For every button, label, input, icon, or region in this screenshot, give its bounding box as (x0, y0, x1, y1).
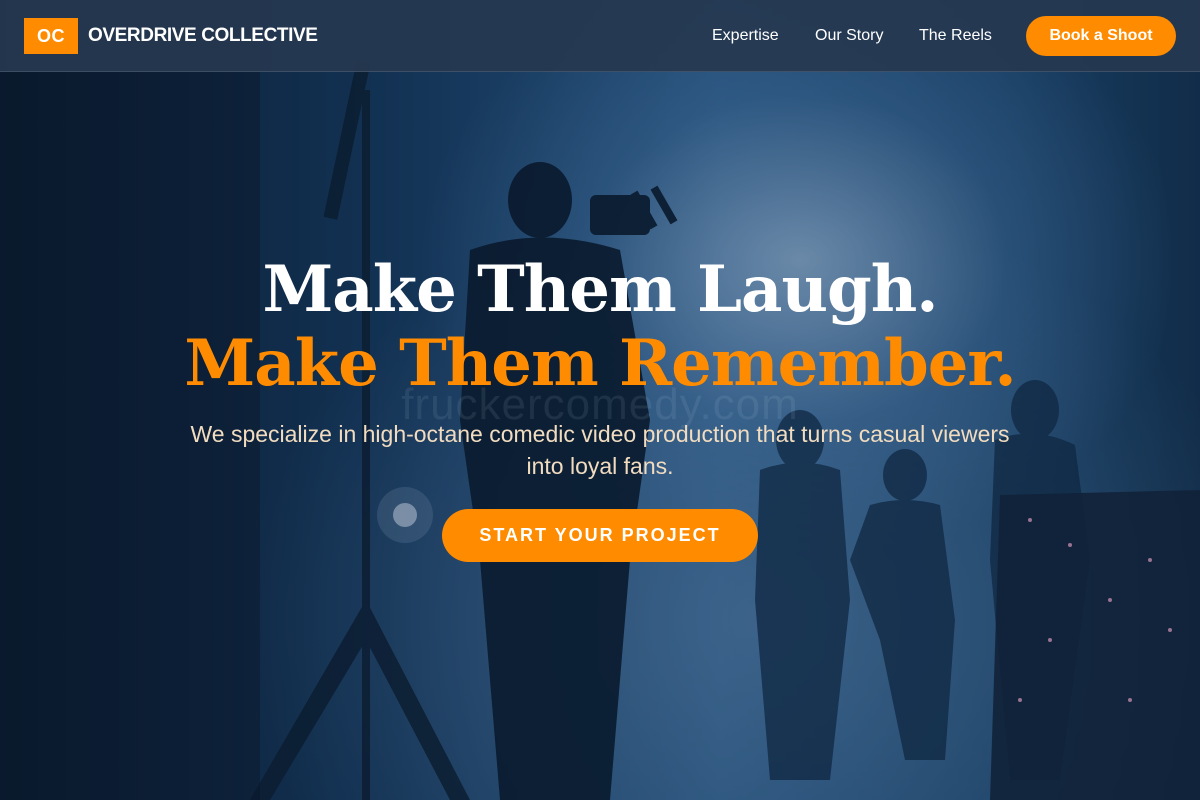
start-your-project-button[interactable]: START YOUR PROJECT (442, 509, 758, 562)
nav-link-our-story[interactable]: Our Story (815, 24, 883, 48)
hero-subtitle: We specialize in high-octane comedic vid… (190, 421, 1010, 479)
nav-link-the-reels[interactable]: The Reels (919, 24, 992, 48)
landing-page: OC OVERDRIVE COLLECTIVE Expertise Our St… (0, 0, 1200, 800)
nav-link-expertise[interactable]: Expertise (712, 24, 779, 48)
brand-name[interactable]: OVERDRIVE COLLECTIVE (88, 24, 318, 48)
book-a-shoot-button[interactable]: Book a Shoot (1026, 16, 1176, 56)
logo-badge[interactable]: OC (24, 18, 78, 54)
site-header: OC OVERDRIVE COLLECTIVE Expertise Our St… (0, 0, 1200, 72)
hero-headline-line-1: Make Them Laugh. (262, 252, 938, 327)
